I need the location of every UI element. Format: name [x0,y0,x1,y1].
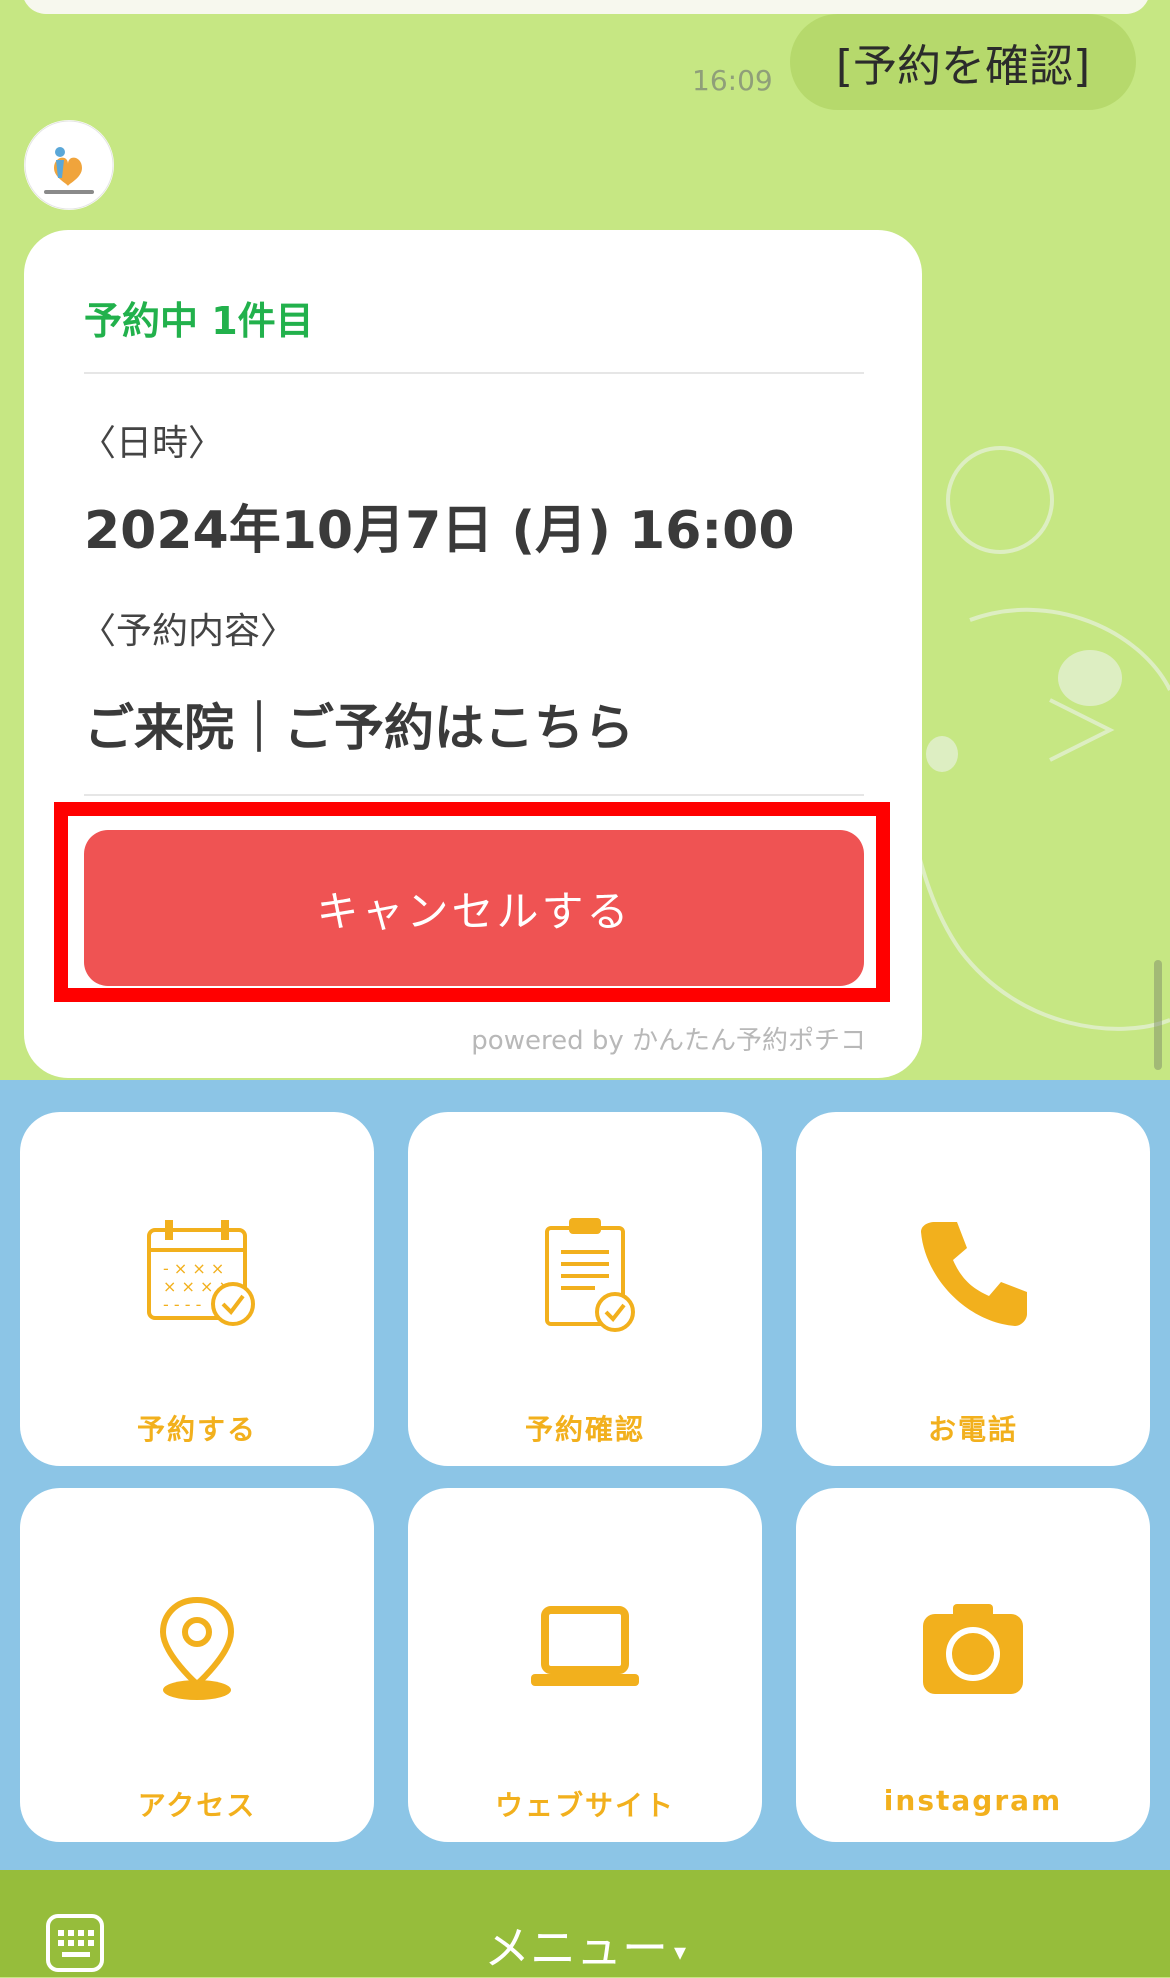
menu-tile-label: instagram [883,1784,1063,1817]
card-divider [84,794,864,796]
clipboard-check-icon [545,1218,635,1332]
menu-tile-label: 予約する [136,1413,257,1446]
menu-tile-access[interactable]: アクセス [20,1488,374,1842]
content-label: 〈予約内容〉 [80,611,297,652]
menu-arrow-icon: ▾ [673,1937,687,1966]
datetime-value: 2024年10月7日 (月) 16:00 [84,501,795,561]
clinic-avatar[interactable] [24,120,114,210]
cancel-button[interactable]: キャンセルする [84,830,864,986]
phone-icon [921,1222,1027,1326]
menu-tile-reserve[interactable]: - × × × × × × × - - - - 予約する [20,1112,374,1466]
menu-tile-website[interactable]: ウェブサイト [408,1488,762,1842]
menu-tile-label: お電話 [927,1413,1018,1446]
menu-tile-label: アクセス [137,1789,257,1822]
menu-label: メニュー [483,1921,668,1975]
laptop-icon [531,1606,639,1686]
clinic-logo-icon [24,120,114,210]
menu-tile-check-reservation[interactable]: 予約確認 [408,1112,762,1466]
reservation-card: 予約中 1件目 〈日時〉 2024年10月7日 (月) 16:00 〈予約内容〉… [24,230,922,1078]
menu-toggle[interactable]: メニュー ▾ [0,1912,1170,1978]
bottom-menu-bar: メニュー ▾ [0,1870,1170,1977]
scrollbar[interactable] [1154,960,1162,1070]
menu-tile-label: 予約確認 [524,1413,645,1446]
user-message-bubble: [予約を確認] [790,14,1136,110]
menu-tile-instagram[interactable]: instagram [796,1488,1150,1842]
previous-message-card [22,0,1150,14]
camera-icon [923,1604,1023,1694]
message-timestamp: 16:09 [692,64,773,97]
menu-tile-phone[interactable]: お電話 [796,1112,1150,1466]
map-pin-icon [159,1596,235,1700]
calendar-check-icon: - × × × × × × × - - - - [147,1220,255,1326]
content-value: ご来院｜ご予約はこちら [84,699,634,757]
chat-area: [予約を確認] 16:09 予約中 1件目 〈日時〉 2024年10月7日 (月… [0,0,1170,1080]
powered-by-text: powered by かんたん予約ポチコ [471,1026,866,1056]
datetime-label: 〈日時〉 [80,423,225,464]
svg-text:- - - -: - - - - [163,1295,201,1314]
background-mascot-illustration [898,446,1170,1031]
card-divider [84,372,864,374]
reservation-title: 予約中 1件目 [84,299,314,343]
rich-menu: - × × × × × × × - - - - 予約する 予約確認 お電話 アク… [0,1080,1170,1870]
menu-tile-label: ウェブサイト [494,1789,675,1822]
svg-text:- × × ×: - × × × [163,1259,224,1278]
